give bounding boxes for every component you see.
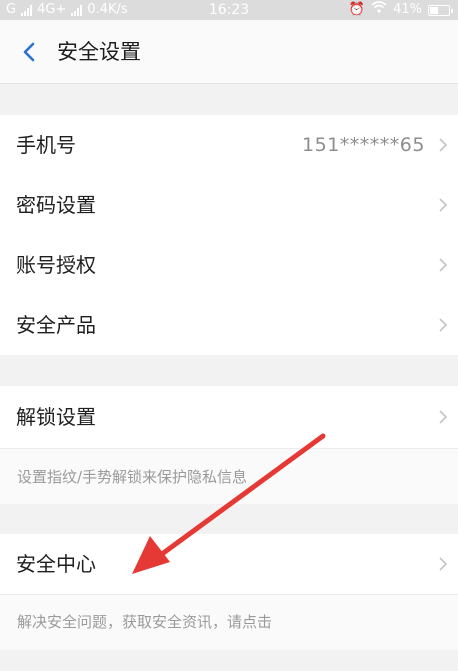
chevron-right-icon (439, 198, 448, 212)
row-label: 账号授权 (16, 253, 96, 277)
settings-row-security-center[interactable]: 安全中心 (0, 534, 458, 594)
phone-number-value: 151******65 (302, 134, 425, 156)
header: 安全设置 (0, 20, 458, 84)
battery-icon (428, 4, 453, 16)
chevron-right-icon (439, 258, 448, 272)
chevron-right-icon (439, 138, 448, 152)
unlock-section: 解锁设置 设置指纹/手势解锁来保护隐私信息 (0, 386, 458, 504)
settings-row-password[interactable]: 密码设置 (0, 175, 458, 235)
battery-percent: 41% (393, 2, 422, 17)
page-title: 安全设置 (57, 40, 141, 64)
chevron-right-icon (439, 318, 448, 332)
row-label: 安全中心 (16, 552, 96, 576)
account-section: 手机号 151******65 密码设置 账号授权 安全产品 (0, 115, 458, 355)
wifi-icon (371, 0, 387, 20)
row-label: 解锁设置 (16, 405, 96, 429)
status-bar: G 4G+ 0.4K/s 16:23 ⏰ 41% (0, 0, 458, 20)
chevron-right-icon (439, 410, 448, 424)
settings-row-authorization[interactable]: 账号授权 (0, 235, 458, 295)
settings-row-security-products[interactable]: 安全产品 (0, 295, 458, 355)
chevron-left-icon[interactable] (18, 40, 42, 64)
row-label: 密码设置 (16, 193, 96, 217)
status-right: ⏰ 41% (348, 0, 453, 20)
alarm-icon: ⏰ (348, 2, 366, 17)
settings-row-unlock[interactable]: 解锁设置 (0, 386, 458, 448)
security-center-description: 解决安全问题，获取安全资讯，请点击 (0, 594, 458, 650)
row-label: 安全产品 (16, 313, 96, 337)
unlock-description: 设置指纹/手势解锁来保护隐私信息 (0, 448, 458, 504)
settings-row-phone[interactable]: 手机号 151******65 (0, 115, 458, 175)
chevron-right-icon (439, 557, 448, 571)
row-label: 手机号 (16, 133, 76, 157)
security-center-section: 安全中心 解决安全问题，获取安全资讯，请点击 (0, 534, 458, 650)
screen: G 4G+ 0.4K/s 16:23 ⏰ 41% 安全设置 手机号 151***… (0, 0, 458, 671)
